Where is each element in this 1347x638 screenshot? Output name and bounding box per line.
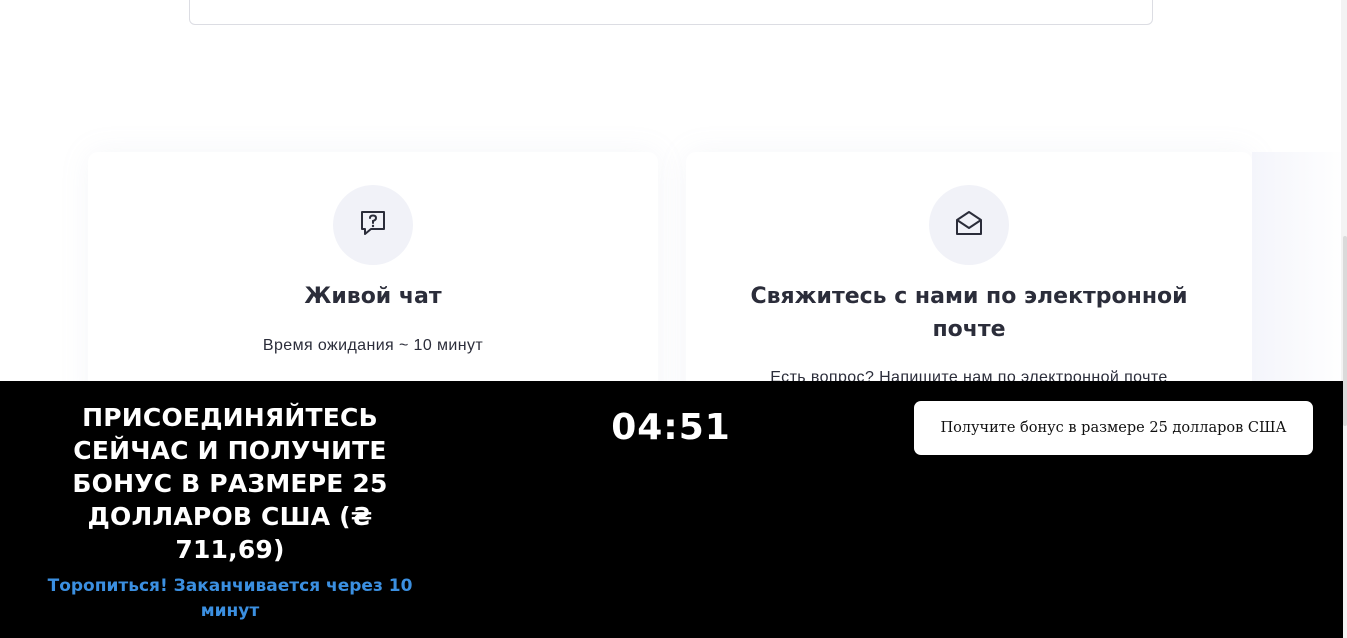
email-icon-circle <box>929 185 1009 265</box>
get-bonus-button[interactable]: Получите бонус в размере 25 долларов США <box>914 401 1313 455</box>
card-edge-fade <box>1252 152 1347 412</box>
chat-question-icon <box>358 208 388 242</box>
chat-icon-circle <box>333 185 413 265</box>
promo-subtitle: Торопиться! Заканчивается через 10 минут <box>47 576 413 621</box>
envelope-open-icon <box>954 208 984 242</box>
promo-title: ПРИСОЕДИНЯЙТЕСЬ СЕЙЧАС И ПОЛУЧИТЕ БОНУС … <box>72 403 388 564</box>
promo-banner: ПРИСОЕДИНЯЙТЕСЬ СЕЙЧАС И ПОЛУЧИТЕ БОНУС … <box>0 381 1343 638</box>
countdown-timer: 04:51 <box>611 407 731 448</box>
email-title: Свяжитесь с нами по электронной почте <box>750 284 1188 342</box>
live-chat-wait-time: Время ожидания ~ 10 минут <box>262 337 484 354</box>
email-card[interactable]: Свяжитесь с нами по электронной почте Ес… <box>686 152 1252 412</box>
live-chat-card[interactable]: Живой чат Время ожидания ~ 10 минут <box>88 152 658 412</box>
scrollbar-thumb[interactable] <box>1343 236 1347 426</box>
page: Живой чат Время ожидания ~ 10 минут Свяж… <box>0 0 1347 638</box>
content-box <box>189 0 1153 25</box>
live-chat-title: Живой чат <box>304 284 442 309</box>
